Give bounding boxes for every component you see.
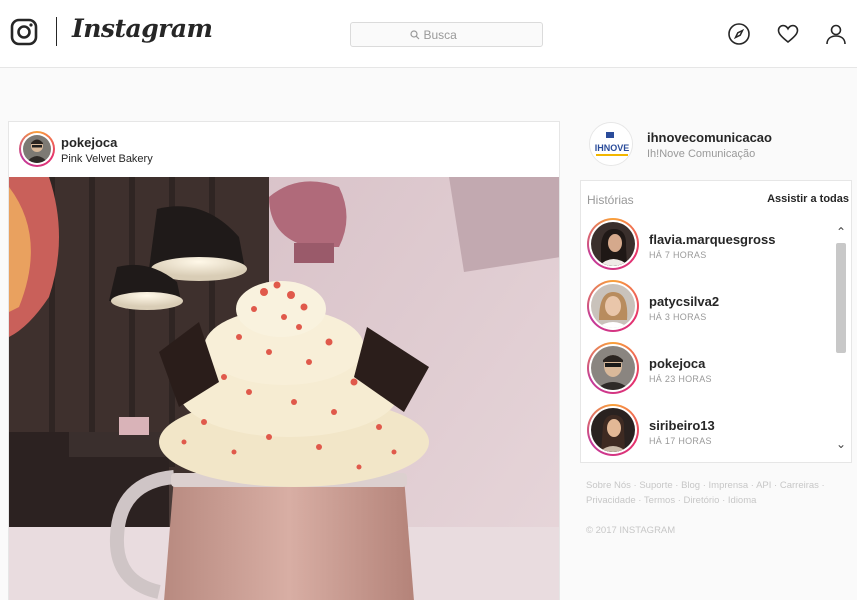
story-username: siribeiro13 <box>649 418 715 433</box>
footer-link-press[interactable]: Imprensa <box>709 480 749 491</box>
search-input[interactable] <box>423 27 484 42</box>
sidebar-profile-avatar[interactable]: IHNOVE <box>589 122 633 166</box>
scroll-down-chevron-icon[interactable]: ⌄ <box>834 437 848 451</box>
story-username: flavia.marquesgross <box>649 232 776 247</box>
stories-panel: Histórias Assistir a todas flavia.marque… <box>580 180 852 463</box>
post-username[interactable]: pokejoca <box>61 135 117 150</box>
sidebar-full-name: Ih!Nove Comunicação <box>647 148 756 160</box>
story-time: HÁ 7 HORAS <box>649 250 707 260</box>
story-avatar <box>587 404 639 456</box>
story-time: HÁ 23 HORAS <box>649 374 712 384</box>
post-location[interactable]: Pink Velvet Bakery <box>61 153 153 165</box>
story-username: patycsilva2 <box>649 294 720 309</box>
search-box[interactable] <box>350 22 543 47</box>
post-photo[interactable] <box>9 177 560 600</box>
search-icon <box>409 29 419 39</box>
logo-divider <box>56 17 57 46</box>
story-item[interactable]: pokejoca HÁ 23 HORAS <box>587 342 827 396</box>
footer-link-language[interactable]: Idioma <box>728 495 757 506</box>
instagram-camera-icon[interactable] <box>10 18 38 46</box>
top-navigation-bar: Instagram <box>0 0 857 68</box>
story-item[interactable]: siribeiro13 HÁ 17 HORAS <box>587 404 827 458</box>
post-header: pokejoca Pink Velvet Bakery <box>9 122 559 177</box>
footer-link-about[interactable]: Sobre Nós <box>586 480 631 491</box>
footer-link-terms[interactable]: Termos <box>644 495 675 506</box>
instagram-wordmark[interactable]: Instagram <box>72 14 213 43</box>
footer-links: Sobre Nós · Suporte · Blog · Imprensa · … <box>586 480 825 506</box>
footer-link-api[interactable]: API <box>756 480 771 491</box>
footer-link-blog[interactable]: Blog <box>681 480 700 491</box>
footer-link-directory[interactable]: Diretório <box>684 495 720 506</box>
scroll-thumb[interactable] <box>836 243 846 353</box>
story-time: HÁ 17 HORAS <box>649 436 712 446</box>
profile-person-icon[interactable] <box>824 22 848 46</box>
brand-logo-icon: IHNOVE <box>590 123 632 165</box>
story-avatar <box>587 342 639 394</box>
avatar-photo <box>23 135 51 163</box>
activity-heart-icon[interactable] <box>776 22 800 46</box>
story-username: pokejoca <box>649 356 706 371</box>
footer-link-privacy[interactable]: Privacidade <box>586 495 636 506</box>
story-time: HÁ 3 HORAS <box>649 312 707 322</box>
watch-all-link[interactable]: Assistir a todas <box>767 193 849 205</box>
stories-title: Histórias <box>587 193 634 207</box>
sidebar-username[interactable]: ihnovecomunicacao <box>647 130 772 145</box>
footer-link-careers[interactable]: Carreiras <box>780 480 819 491</box>
story-item[interactable]: patycsilva2 HÁ 3 HORAS <box>587 280 827 334</box>
scroll-up-chevron-icon[interactable]: ⌃ <box>834 225 848 239</box>
feed-post: pokejoca Pink Velvet Bakery <box>8 121 560 600</box>
footer-link-support[interactable]: Suporte <box>639 480 672 491</box>
stories-scrollbar[interactable]: ⌃ ⌄ <box>834 225 848 451</box>
story-avatar <box>587 218 639 270</box>
brand-logo-text: IHNOVE <box>595 143 630 153</box>
post-author-avatar[interactable] <box>19 131 55 167</box>
copyright: © 2017 INSTAGRAM <box>586 525 676 536</box>
story-avatar <box>587 280 639 332</box>
explore-compass-icon[interactable] <box>727 22 751 46</box>
story-item[interactable]: flavia.marquesgross HÁ 7 HORAS <box>587 218 827 272</box>
